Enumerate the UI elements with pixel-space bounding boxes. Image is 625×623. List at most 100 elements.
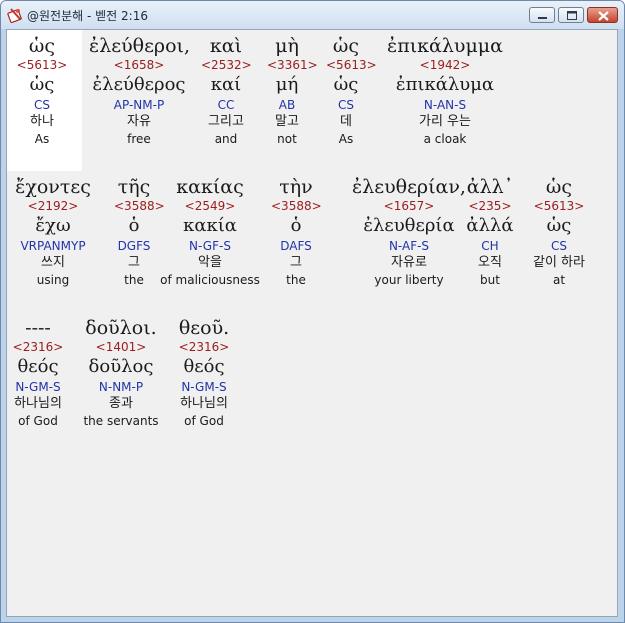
greek-word: ----: [25, 317, 51, 339]
english-gloss: As: [338, 132, 354, 146]
korean-gloss: 자유: [127, 114, 151, 129]
lemma: καί: [210, 74, 242, 95]
lemma: ἀλλά: [466, 215, 514, 236]
strong-number: <2192>: [27, 199, 79, 213]
greek-word: καὶ: [209, 35, 243, 57]
word-column[interactable]: καὶ <2532> καί CC 그리고 and: [201, 35, 252, 149]
greek-word: κακίας: [176, 176, 244, 198]
korean-gloss: 자유로: [391, 255, 427, 270]
word-column[interactable]: ὡς <5613> ὡς CS 하나 As: [12, 35, 72, 149]
title-bar[interactable]: @원전분해 - 벧전 2:16: [1, 1, 624, 29]
lemma: ὁ: [128, 215, 140, 236]
english-gloss: of maliciousness: [160, 273, 260, 287]
word-column[interactable]: θεοῦ. <2316> θεός N-GM-S 하나님의 of God: [169, 317, 239, 431]
strong-number: <5613>: [326, 58, 377, 72]
english-gloss: the: [124, 273, 144, 287]
morphology-code: AB: [278, 98, 296, 112]
strong-number: <1942>: [419, 58, 471, 72]
maximize-icon: [567, 11, 577, 20]
strong-number: <2316>: [12, 340, 64, 354]
lemma: θεός: [183, 356, 225, 377]
word-column[interactable]: τῆς <3588> ὁ DGFS 그 the: [114, 176, 165, 290]
morphology-code: N-AF-S: [388, 239, 430, 253]
korean-gloss: 악을: [198, 255, 222, 270]
morphology-code: N-AN-S: [423, 98, 467, 112]
morphology-code: N-GF-S: [189, 239, 231, 253]
strong-number: <5613>: [16, 58, 68, 72]
window-title: @원전분해 - 벧전 2:16: [27, 9, 148, 23]
word-column[interactable]: ἐπικάλυμμα <1942> ἐπικάλυμα N-AN-S 가리 우는 a cl…: [380, 35, 510, 149]
korean-gloss: 그: [290, 255, 302, 270]
morphology-code: CC: [217, 98, 235, 112]
morphology-code: AP-NM-P: [113, 98, 165, 112]
english-gloss: at: [552, 273, 566, 287]
morphology-code: N-GM-S: [15, 380, 61, 394]
greek-word: ἐλευθερίαν,: [352, 176, 466, 198]
lemma: ὡς: [546, 215, 572, 236]
korean-gloss: 같이 하라: [533, 255, 585, 270]
lemma: κακία: [183, 215, 237, 236]
strong-number: <2549>: [184, 199, 236, 213]
korean-gloss: 그리고: [208, 114, 244, 129]
word-column[interactable]: μὴ <3361> μή AB 말고 not: [267, 35, 318, 149]
word-column[interactable]: τὴν <3588> ὁ DAFS 그 the: [271, 176, 322, 290]
english-gloss: using: [36, 273, 70, 287]
strong-number: <5613>: [533, 199, 585, 213]
close-icon: [598, 11, 609, 21]
strong-number: <1657>: [383, 199, 435, 213]
english-gloss: not: [277, 132, 297, 146]
lemma: δοῦλος: [88, 356, 154, 377]
word-column[interactable]: ἐλευθερίαν, <1657> ἐλευθερία N-AF-S 자유로 your …: [344, 176, 474, 290]
greek-word: δοῦλοι.: [85, 317, 157, 339]
app-window: @원전분해 - 벧전 2:16 ὡς <5613> ὡς CS 하나 As ἐλεύθερο…: [0, 0, 625, 623]
lemma: ἐλεύθερος: [92, 74, 186, 95]
morphology-code: N-NM-P: [98, 380, 144, 394]
english-gloss: a cloak: [423, 132, 467, 146]
korean-gloss: 가리 우는: [419, 114, 471, 129]
greek-word: ἀλλ᾽: [466, 176, 514, 198]
greek-word: ἔχοντες: [15, 176, 91, 198]
korean-gloss: 데: [340, 114, 352, 129]
morphology-code: VRPANMYP: [20, 239, 86, 253]
korean-gloss: 하나님의: [180, 396, 228, 411]
app-icon: [7, 8, 22, 23]
english-gloss: free: [127, 132, 151, 146]
english-gloss: but: [480, 273, 500, 287]
english-gloss: As: [34, 132, 50, 146]
lemma: ὁ: [290, 215, 302, 236]
word-column[interactable]: ἐλεύθεροι, <1658> ἐλεύθερος AP-NM-P 자유 free: [89, 35, 191, 149]
lemma: ἔχω: [35, 215, 71, 236]
word-column[interactable]: ὡς <5613> ὡς CS 같이 하라 at: [519, 176, 599, 290]
english-gloss: the: [286, 273, 306, 287]
word-column[interactable]: ἀλλ᾽ <235> ἀλλά CH 오직 but: [465, 176, 515, 290]
minimize-button[interactable]: [529, 7, 555, 23]
lemma: ἐλευθερία: [363, 215, 455, 236]
minimize-icon: [538, 17, 547, 19]
korean-gloss: 말고: [275, 114, 299, 129]
morphology-code: CS: [551, 239, 567, 253]
strong-number: <1658>: [113, 58, 165, 72]
morphology-code: CS: [338, 98, 354, 112]
word-column[interactable]: δοῦλοι. <1401> δοῦλος N-NM-P 종과 the servants: [76, 317, 166, 431]
close-button[interactable]: [587, 7, 618, 23]
greek-word: ὡς: [28, 35, 56, 57]
english-gloss: the servants: [83, 414, 159, 428]
korean-gloss: 그: [128, 255, 140, 270]
greek-word: ἐλεύθεροι,: [89, 35, 191, 57]
greek-word: τὴν: [279, 176, 313, 198]
korean-gloss: 쓰지: [41, 255, 65, 270]
morphology-code: N-GM-S: [181, 380, 227, 394]
verse-analysis-panel[interactable]: ὡς <5613> ὡς CS 하나 As ἐλεύθεροι, <1658> ἐλεύθερο…: [6, 29, 618, 617]
english-gloss: of God: [184, 414, 224, 428]
lemma: ὡς: [29, 74, 55, 95]
morphology-code: DGFS: [117, 239, 151, 253]
lemma: ὡς: [333, 74, 359, 95]
lemma: θεός: [17, 356, 59, 377]
strong-number: <235>: [468, 199, 512, 213]
word-column[interactable]: κακίας <2549> κακία N-GF-S 악을 of maliciousnes…: [160, 176, 260, 290]
word-column[interactable]: ὡς <5613> ὡς CS 데 As: [326, 35, 377, 149]
maximize-button[interactable]: [558, 7, 584, 23]
english-gloss: of God: [18, 414, 58, 428]
word-column[interactable]: ---- <2316> θεός N-GM-S 하나님의 of God: [8, 317, 68, 431]
word-column[interactable]: ἔχοντες <2192> ἔχω VRPANMYP 쓰지 using: [10, 176, 96, 290]
